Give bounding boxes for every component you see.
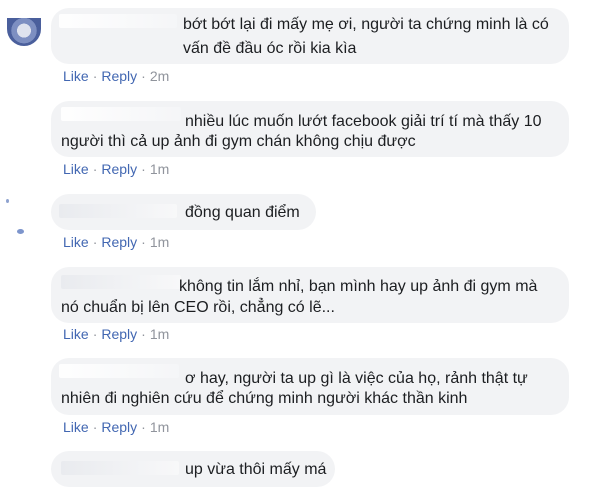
avatar[interactable] [7, 18, 41, 46]
comment-actions: Like · Reply · 1m [63, 233, 169, 251]
timestamp[interactable]: 1m [150, 161, 169, 177]
comment-actions: Like · Reply · 1m [63, 325, 169, 343]
separator: · [92, 68, 98, 84]
comment-text-line: up vừa thôi mấy má [185, 461, 327, 478]
separator: · [92, 234, 98, 250]
comment-bubble: up vừa thôi mấy má [51, 451, 335, 487]
timestamp[interactable]: 1m [150, 326, 169, 342]
comment-text-line: nó chuẩn bị lên CEO rồi, chẳng có lẽ... [61, 299, 335, 316]
comment-text-line: đồng quan điểm [185, 204, 300, 221]
reply-link[interactable]: Reply [101, 161, 137, 177]
comment-text-line: nhiên đi nghiên cứu để chứng minh người … [61, 390, 468, 407]
like-link[interactable]: Like [63, 234, 89, 250]
timestamp[interactable]: 1m [150, 419, 169, 435]
timestamp[interactable]: 2m [150, 68, 169, 84]
comment-bubble: đồng quan điểm [51, 194, 316, 230]
commenter-name-redacted [59, 204, 177, 218]
comment-text-line: vấn đề đầu óc rồi kia kìa [183, 40, 357, 57]
like-link[interactable]: Like [63, 68, 89, 84]
separator: · [141, 419, 146, 435]
separator: · [141, 326, 146, 342]
comment-bubble: không tin lắm nhỉ, bạn mình hay up ảnh đ… [51, 267, 569, 323]
reply-link[interactable]: Reply [101, 234, 137, 250]
reply-link[interactable]: Reply [101, 326, 137, 342]
like-link[interactable]: Like [63, 161, 89, 177]
separator: · [92, 161, 98, 177]
avatar[interactable] [6, 199, 9, 203]
comment-bubble: nhiều lúc muốn lướt facebook giải trí tí… [51, 101, 569, 157]
avatar[interactable] [17, 229, 24, 234]
reply-link[interactable]: Reply [101, 68, 137, 84]
comment-actions: Like · Reply · 1m [63, 418, 169, 436]
commenter-name-redacted [59, 364, 179, 378]
like-link[interactable]: Like [63, 419, 89, 435]
comment-actions: Like · Reply · 2m [63, 67, 169, 85]
reply-link[interactable]: Reply [101, 419, 137, 435]
commenter-name-redacted [61, 275, 181, 289]
separator: · [141, 161, 146, 177]
separator: · [92, 419, 98, 435]
timestamp[interactable]: 1m [150, 234, 169, 250]
separator: · [141, 68, 146, 84]
commenter-name-redacted [61, 461, 179, 475]
like-link[interactable]: Like [63, 326, 89, 342]
commenter-name-redacted [59, 14, 177, 28]
commenter-name-redacted [61, 107, 181, 121]
comment-text-line: không tin lắm nhỉ, bạn mình hay up ảnh đ… [179, 278, 538, 295]
comment-bubble: ơ hay, người ta up gì là việc của họ, rả… [51, 358, 569, 415]
comment-bubble: bớt bớt lại đi mấy mẹ ơi, người ta chứng… [51, 8, 569, 64]
comment-actions: Like · Reply · 1m [63, 160, 169, 178]
comment-text-line: người thì cả up ảnh đi gym chán không ch… [61, 133, 416, 150]
separator: · [92, 326, 98, 342]
comment-text-line: bớt bớt lại đi mấy mẹ ơi, người ta chứng… [183, 16, 549, 33]
separator: · [141, 234, 146, 250]
